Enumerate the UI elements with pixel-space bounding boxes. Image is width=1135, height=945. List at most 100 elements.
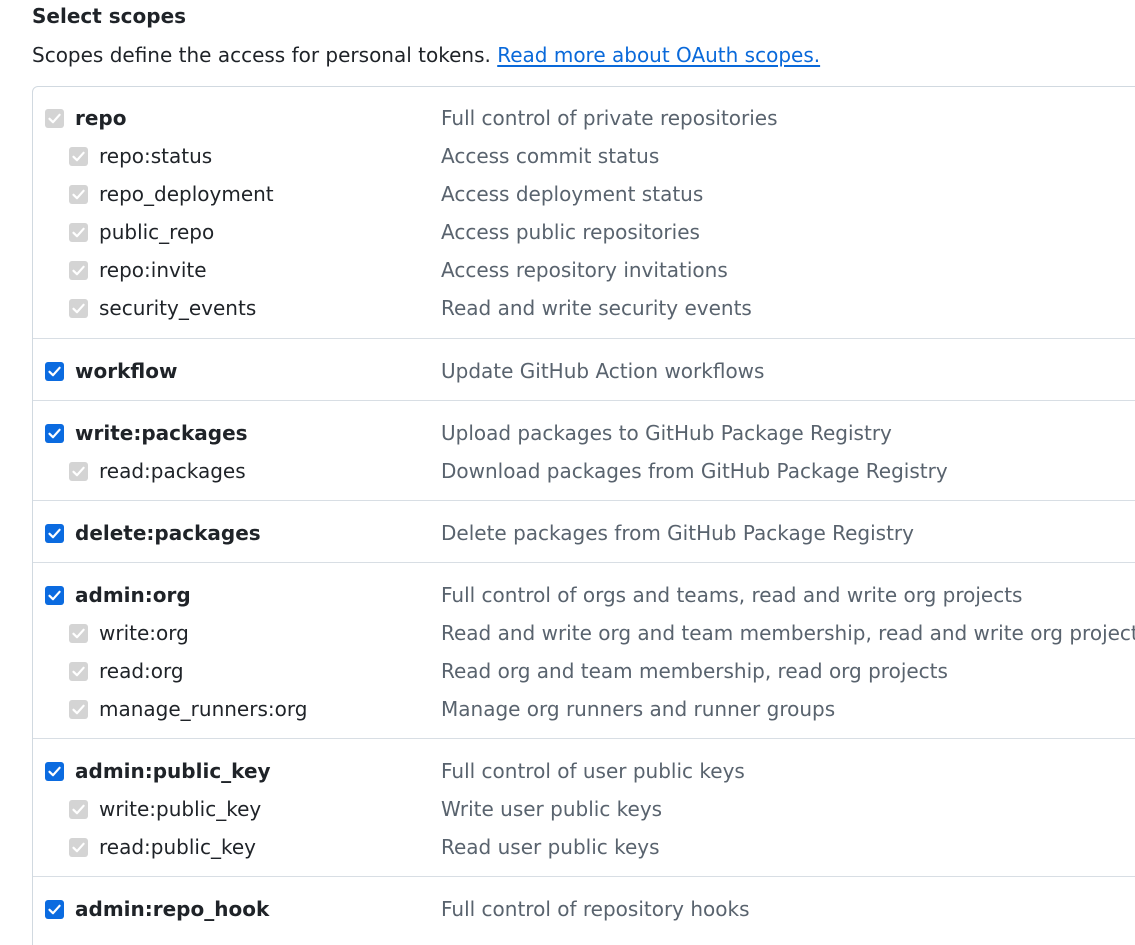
scope-row: repo_deployment Access deployment status xyxy=(33,176,1135,214)
scope-description: Full control of private repositories xyxy=(441,106,778,130)
scope-name: read:public_key xyxy=(99,835,256,859)
check-icon xyxy=(72,804,85,815)
scope-name: write:org xyxy=(99,621,189,645)
check-icon xyxy=(48,904,61,915)
scope-row: repo:status Access commit status xyxy=(33,138,1135,176)
scope-description: Access repository invitations xyxy=(441,258,728,282)
scope-description: Full control of user public keys xyxy=(441,759,745,783)
scope-checkbox[interactable] xyxy=(45,586,64,605)
check-icon xyxy=(72,151,85,162)
scope-checkbox xyxy=(69,838,88,857)
section-description: Scopes define the access for personal to… xyxy=(32,43,820,67)
scope-checkbox xyxy=(69,299,88,318)
scope-name: repo xyxy=(75,106,127,130)
scope-row: delete:packages Delete packages from GitH… xyxy=(33,515,1135,553)
scope-row: security_events Read and write security e… xyxy=(33,290,1135,328)
section-title: Select scopes xyxy=(32,4,187,28)
scope-checkbox xyxy=(69,147,88,166)
scope-description: Delete packages from GitHub Package Regi… xyxy=(441,521,914,545)
check-icon xyxy=(72,189,85,200)
scope-checkbox[interactable] xyxy=(45,424,64,443)
scope-row: public_repo Access public repositories xyxy=(33,214,1135,252)
scope-description: Access public repositories xyxy=(441,220,700,244)
scope-checkbox xyxy=(69,223,88,242)
scope-checkbox xyxy=(69,800,88,819)
scope-name: admin:org xyxy=(75,583,191,607)
scope-group-admin-repo-hook: admin:repo_hook Full control of repositor… xyxy=(33,876,1135,929)
scope-checkbox xyxy=(69,700,88,719)
scope-checkbox xyxy=(69,185,88,204)
scope-row: read:org Read org and team membership, re… xyxy=(33,653,1135,691)
scope-description: Update GitHub Action workflows xyxy=(441,359,765,383)
scope-name: delete:packages xyxy=(75,521,261,545)
scope-name: security_events xyxy=(99,296,257,320)
scope-name: admin:public_key xyxy=(75,759,271,783)
scope-group-delete-packages: delete:packages Delete packages from GitH… xyxy=(33,500,1135,553)
scope-row: write:org Read and write org and team mem… xyxy=(33,615,1135,653)
scope-description: Read org and team membership, read org p… xyxy=(441,659,948,683)
scope-description: Read and write org and team membership, … xyxy=(441,621,1135,645)
oauth-scopes-link[interactable]: Read more about OAuth scopes. xyxy=(497,43,820,67)
scope-description: Access deployment status xyxy=(441,182,704,206)
check-icon xyxy=(72,704,85,715)
scope-group-write-packages: write:packages Upload packages to GitHub … xyxy=(33,400,1135,491)
scope-description: Full control of orgs and teams, read and… xyxy=(441,583,1023,607)
scope-name: repo_deployment xyxy=(99,182,274,206)
scope-row: manage_runners:org Manage org runners and… xyxy=(33,691,1135,729)
check-icon xyxy=(72,227,85,238)
check-icon xyxy=(72,466,85,477)
scope-name: workflow xyxy=(75,359,178,383)
scope-name: read:packages xyxy=(99,459,246,483)
scope-description: Full control of repository hooks xyxy=(441,897,750,921)
check-icon xyxy=(48,528,61,539)
select-scopes-page: Select scopes Scopes define the access f… xyxy=(0,0,1135,945)
check-icon xyxy=(72,303,85,314)
scope-checkbox[interactable] xyxy=(45,362,64,381)
scope-description: Read and write security events xyxy=(441,296,752,320)
scope-checkbox xyxy=(69,261,88,280)
scope-checkbox[interactable] xyxy=(45,900,64,919)
scope-name: public_repo xyxy=(99,220,215,244)
scope-name: write:public_key xyxy=(99,797,262,821)
scope-checkbox[interactable] xyxy=(45,524,64,543)
scope-name: write:packages xyxy=(75,421,248,445)
scope-name: manage_runners:org xyxy=(99,697,308,721)
scope-row: repo Full control of private repositories xyxy=(33,100,1135,138)
scope-group-repo: repo Full control of private repositories… xyxy=(33,100,1135,328)
check-icon xyxy=(48,590,61,601)
scope-name: repo:invite xyxy=(99,258,207,282)
scope-checkbox xyxy=(69,624,88,643)
scope-checkbox xyxy=(45,109,64,128)
scope-description: Read user public keys xyxy=(441,835,660,859)
scope-checkbox xyxy=(69,462,88,481)
scope-row: repo:invite Access repository invitations xyxy=(33,252,1135,290)
scope-name: read:org xyxy=(99,659,184,683)
scope-checkbox xyxy=(69,662,88,681)
scope-description: Manage org runners and runner groups xyxy=(441,697,836,721)
description-text: Scopes define the access for personal to… xyxy=(32,43,491,67)
scope-name: repo:status xyxy=(99,144,213,168)
scope-row: admin:org Full control of orgs and teams,… xyxy=(33,577,1135,615)
check-icon xyxy=(48,113,61,124)
scope-row: admin:public_key Full control of user pub… xyxy=(33,753,1135,791)
scope-row: write:packages Upload packages to GitHub … xyxy=(33,415,1135,453)
check-icon xyxy=(72,628,85,639)
check-icon xyxy=(48,766,61,777)
scope-row: read:packages Download packages from GitH… xyxy=(33,453,1135,491)
check-icon xyxy=(72,842,85,853)
scope-row: admin:repo_hook Full control of repositor… xyxy=(33,891,1135,929)
scope-description: Write user public keys xyxy=(441,797,663,821)
scope-checkbox[interactable] xyxy=(45,762,64,781)
scope-name: admin:repo_hook xyxy=(75,897,270,921)
scope-group-admin-public-key: admin:public_key Full control of user pub… xyxy=(33,738,1135,867)
scope-description: Upload packages to GitHub Package Regist… xyxy=(441,421,892,445)
scope-row: write:public_key Write user public keys xyxy=(33,791,1135,829)
check-icon xyxy=(48,366,61,377)
check-icon xyxy=(72,265,85,276)
scope-group-admin-org: admin:org Full control of orgs and teams,… xyxy=(33,562,1135,729)
scope-description: Access commit status xyxy=(441,144,660,168)
check-icon xyxy=(48,428,61,439)
check-icon xyxy=(72,666,85,677)
scope-row: read:public_key Read user public keys xyxy=(33,829,1135,867)
scope-description: Download packages from GitHub Package Re… xyxy=(441,459,948,483)
